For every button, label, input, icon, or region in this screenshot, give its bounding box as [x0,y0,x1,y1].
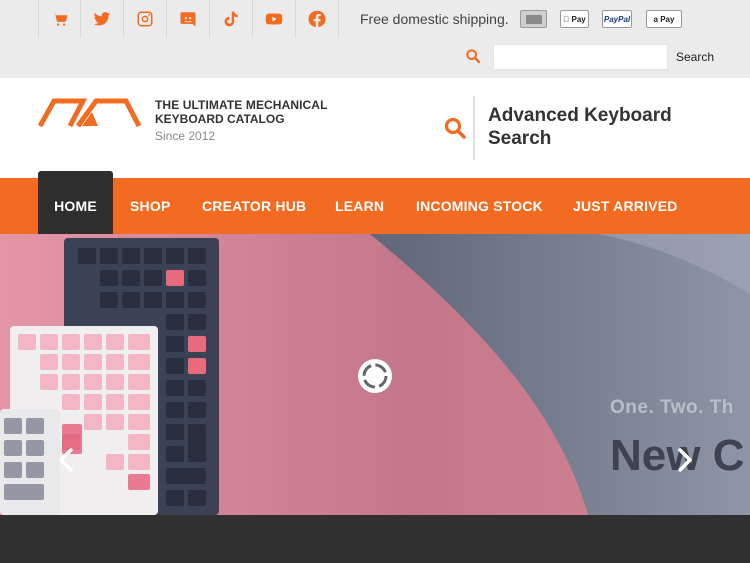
advanced-search-icon[interactable] [443,116,467,140]
discord-icon[interactable] [167,0,210,38]
search-input[interactable] [493,44,668,70]
top-bar: Free domestic shipping.  Pay PayPal a P… [0,0,750,78]
chevron-left-icon[interactable] [54,445,78,475]
search-button[interactable]: Search [668,44,726,70]
shipping-notice: Free domestic shipping. [360,11,509,27]
paypal-icon: PayPal [602,10,632,28]
social-links [38,0,339,38]
apple-pay-icon:  Pay [560,10,589,28]
cart-icon[interactable] [38,0,81,38]
divider [473,96,475,160]
twitter-icon[interactable] [81,0,124,38]
hero-slider: One. Two. Th New C [0,234,750,515]
amazon-pay-icon: a Pay [646,10,682,28]
instagram-icon[interactable] [124,0,167,38]
nav-home[interactable]: HOME [38,171,113,234]
dark-section [0,515,750,563]
brand-since: Since 2012 [155,129,216,143]
youtube-icon[interactable] [253,0,296,38]
nav-shop[interactable]: SHOP [130,178,170,234]
tiktok-icon[interactable] [210,0,253,38]
brand-tagline-line1: THE ULTIMATE MECHANICAL [155,98,328,112]
hero-tagline: One. Two. Th [610,397,734,418]
site-header: THE ULTIMATE MECHANICAL KEYBOARD CATALOG… [0,78,750,178]
nav-learn[interactable]: LEARN [335,178,384,234]
advanced-search-link[interactable]: Advanced Keyboard Search [488,104,708,150]
nav-creator-hub[interactable]: CREATOR HUB [202,178,306,234]
loading-spinner-icon [358,359,392,393]
nav-just-arrived[interactable]: JUST ARRIVED [573,178,678,234]
site-logo[interactable] [38,98,141,128]
main-nav: HOME SHOP CREATOR HUB LEARN INCOMING STO… [0,171,750,234]
nav-incoming-stock[interactable]: INCOMING STOCK [416,178,543,234]
facebook-icon[interactable] [296,0,339,38]
brand-tagline-line2: KEYBOARD CATALOG [155,112,285,126]
chevron-right-icon[interactable] [673,445,697,475]
search-icon [466,49,481,64]
credit-card-icon [520,10,547,28]
